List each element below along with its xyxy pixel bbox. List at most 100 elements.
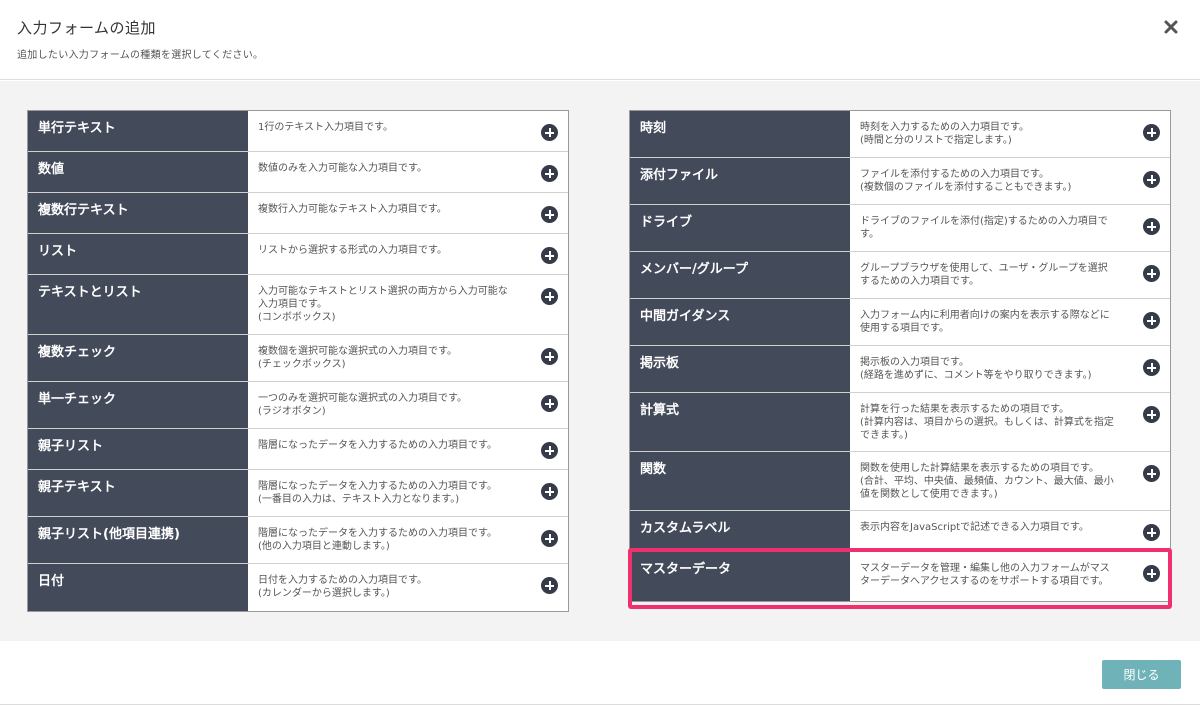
form-type-name: 複数チェック <box>28 335 248 381</box>
form-type-description-cell: 時刻を入力するための入力項目です。 (時間と分のリストで指定します。) <box>850 111 1170 157</box>
close-button[interactable]: 閉じる <box>1102 660 1181 689</box>
form-type-description: 階層になったデータを入力するための入力項目です。 (他の入力項目と連動します。) <box>258 528 497 552</box>
add-icon[interactable] <box>541 247 558 264</box>
form-type-row[interactable]: リスト リストから選択する形式の入力項目です。 <box>28 234 568 275</box>
form-type-name: 関数 <box>630 452 850 510</box>
form-type-row[interactable]: 掲示板 掲示板の入力項目です。 (経路を進めずに、コメント等をやり取りできます。) <box>630 346 1170 393</box>
form-type-description-cell: 関数を使用した計算結果を表示するための項目です。 (合計、平均、中央値、最頻値、… <box>850 452 1170 510</box>
form-type-name: マスターデータ <box>630 552 850 601</box>
form-type-description: 日付を入力するための入力項目です。 (カレンダーから選択します。) <box>258 575 427 599</box>
modal-title: 入力フォームの追加 <box>17 19 157 37</box>
add-icon[interactable] <box>1143 565 1160 582</box>
form-type-name: 単一チェック <box>28 382 248 428</box>
add-icon[interactable] <box>1143 465 1160 482</box>
form-type-row[interactable]: ドライブ ドライブのファイルを添付(指定)するための入力項目で す。 <box>630 205 1170 252</box>
form-type-name: 親子テキスト <box>28 470 248 516</box>
form-type-row[interactable]: 複数行テキスト 複数行入力可能なテキスト入力項目です。 <box>28 193 568 234</box>
add-icon[interactable] <box>541 288 558 305</box>
form-type-row[interactable]: 複数チェック 複数個を選択可能な選択式の入力項目です。 (チェックボックス) <box>28 335 568 382</box>
add-icon[interactable] <box>541 395 558 412</box>
form-type-name: 中間ガイダンス <box>630 299 850 345</box>
form-type-row[interactable]: 計算式 計算を行った結果を表示するための項目です。 (計算内容は、項目からの選択。… <box>630 393 1170 452</box>
close-icon[interactable] <box>1162 18 1180 36</box>
form-type-row[interactable]: メンバー/グループ グループブラウザを使用して、ユーザ・グループを選択 するための… <box>630 252 1170 299</box>
form-type-table-left: 単行テキスト 1行のテキスト入力項目です。 数値 数値のみを入力可能な入力項目です。複… <box>27 110 569 612</box>
form-type-description-cell: 計算を行った結果を表示するための項目です。 (計算内容は、項目からの選択。もしく… <box>850 393 1170 451</box>
add-icon[interactable] <box>541 530 558 547</box>
add-icon[interactable] <box>541 348 558 365</box>
form-type-name: 計算式 <box>630 393 850 451</box>
form-type-name: 日付 <box>28 564 248 611</box>
form-type-description-cell: ドライブのファイルを添付(指定)するための入力項目で す。 <box>850 205 1170 251</box>
form-type-name: メンバー/グループ <box>630 252 850 298</box>
form-type-row[interactable]: 中間ガイダンス 入力フォーム内に利用者向けの案内を表示する際などに 使用する項目で… <box>630 299 1170 346</box>
form-type-name: 数値 <box>28 152 248 192</box>
form-type-name: 親子リスト <box>28 429 248 469</box>
add-icon[interactable] <box>1143 524 1160 541</box>
modal-header: 入力フォームの追加 追加したい入力フォームの種類を選択してください。 <box>0 0 1200 80</box>
form-type-row[interactable]: 単一チェック 一つのみを選択可能な選択式の入力項目です。 (ラジオボタン) <box>28 382 568 429</box>
form-type-description-cell: 数値のみを入力可能な入力項目です。 <box>248 152 568 192</box>
form-type-name: ドライブ <box>630 205 850 251</box>
form-type-description: 1行のテキスト入力項目です。 <box>258 122 394 133</box>
form-type-description-cell: ファイルを添付するための入力項目です。 (複数個のファイルを添付することもできま… <box>850 158 1170 204</box>
form-type-description: 計算を行った結果を表示するための項目です。 (計算内容は、項目からの選択。もしく… <box>860 404 1114 441</box>
form-type-row[interactable]: マスターデータ マスターデータを管理・編集し他の入力フォームがマス ターデータへア… <box>630 552 1170 601</box>
form-type-description: グループブラウザを使用して、ユーザ・グループを選択 するための入力項目です。 <box>860 263 1108 287</box>
form-type-description-cell: リストから選択する形式の入力項目です。 <box>248 234 568 274</box>
form-type-description-cell: グループブラウザを使用して、ユーザ・グループを選択 するための入力項目です。 <box>850 252 1170 298</box>
form-type-description: リストから選択する形式の入力項目です。 <box>258 245 447 256</box>
form-type-row[interactable]: カスタムラベル 表示内容をJavaScriptで記述できる入力項目です。 <box>630 511 1170 552</box>
form-type-name: リスト <box>28 234 248 274</box>
form-type-description: 数値のみを入力可能な入力項目です。 <box>258 163 427 174</box>
form-type-description-cell: 日付を入力するための入力項目です。 (カレンダーから選択します。) <box>248 564 568 611</box>
form-type-name: 掲示板 <box>630 346 850 392</box>
form-type-description: 階層になったデータを入力するための入力項目です。 <box>258 440 497 451</box>
add-icon[interactable] <box>541 165 558 182</box>
form-type-description-cell: 階層になったデータを入力するための入力項目です。 <box>248 429 568 469</box>
form-type-row[interactable]: 数値 数値のみを入力可能な入力項目です。 <box>28 152 568 193</box>
add-icon[interactable] <box>1143 124 1160 141</box>
form-type-description-cell: 掲示板の入力項目です。 (経路を進めずに、コメント等をやり取りできます。) <box>850 346 1170 392</box>
form-type-row[interactable]: 時刻 時刻を入力するための入力項目です。 (時間と分のリストで指定します。) <box>630 111 1170 158</box>
form-type-name: 複数行テキスト <box>28 193 248 233</box>
add-icon[interactable] <box>1143 312 1160 329</box>
form-type-description-cell: 階層になったデータを入力するための入力項目です。 (他の入力項目と連動します。) <box>248 517 568 563</box>
form-type-name: 時刻 <box>630 111 850 157</box>
form-type-description-cell: マスターデータを管理・編集し他の入力フォームがマス ターデータへアクセスするのを… <box>850 552 1170 601</box>
form-type-row[interactable]: 添付ファイル ファイルを添付するための入力項目です。 (複数個のファイルを添付する… <box>630 158 1170 205</box>
add-icon[interactable] <box>541 483 558 500</box>
form-type-name: テキストとリスト <box>28 275 248 334</box>
form-type-description: マスターデータを管理・編集し他の入力フォームがマス ターデータへアクセスするのを… <box>860 563 1110 587</box>
form-type-description: 入力フォーム内に利用者向けの案内を表示する際などに 使用する項目です。 <box>860 310 1110 334</box>
form-type-description: 時刻を入力するための入力項目です。 (時間と分のリストで指定します。) <box>860 122 1029 146</box>
form-type-description-cell: 表示内容をJavaScriptで記述できる入力項目です。 <box>850 511 1170 551</box>
add-icon[interactable] <box>541 124 558 141</box>
form-type-row[interactable]: 関数 関数を使用した計算結果を表示するための項目です。 (合計、平均、中央値、最頻… <box>630 452 1170 511</box>
add-icon[interactable] <box>1143 406 1160 423</box>
form-type-description: 一つのみを選択可能な選択式の入力項目です。 (ラジオボタン) <box>258 393 467 417</box>
add-icon[interactable] <box>541 442 558 459</box>
add-icon[interactable] <box>541 577 558 594</box>
form-type-description: ドライブのファイルを添付(指定)するための入力項目で す。 <box>860 216 1108 240</box>
form-type-description: 複数個を選択可能な選択式の入力項目です。 (チェックボックス) <box>258 346 457 370</box>
form-type-list-area: 単行テキスト 1行のテキスト入力項目です。 数値 数値のみを入力可能な入力項目です。複… <box>0 81 1200 641</box>
add-icon[interactable] <box>1143 171 1160 188</box>
form-type-row[interactable]: テキストとリスト 入力可能なテキストとリスト選択の両方から入力可能な 入力項目です… <box>28 275 568 335</box>
form-type-row[interactable]: 単行テキスト 1行のテキスト入力項目です。 <box>28 111 568 152</box>
form-type-row[interactable]: 親子リスト(他項目連携) 階層になったデータを入力するための入力項目です。 (他の… <box>28 517 568 564</box>
form-type-description-cell: 入力フォーム内に利用者向けの案内を表示する際などに 使用する項目です。 <box>850 299 1170 345</box>
add-icon[interactable] <box>541 206 558 223</box>
form-type-name: カスタムラベル <box>630 511 850 551</box>
form-type-name: 添付ファイル <box>630 158 850 204</box>
form-type-description: 複数行入力可能なテキスト入力項目です。 <box>258 204 447 215</box>
form-type-description: 表示内容をJavaScriptで記述できる入力項目です。 <box>860 522 1089 533</box>
form-type-name: 単行テキスト <box>28 111 248 151</box>
form-type-description: ファイルを添付するための入力項目です。 (複数個のファイルを添付することもできま… <box>860 169 1072 193</box>
add-icon[interactable] <box>1143 265 1160 282</box>
form-type-row[interactable]: 日付 日付を入力するための入力項目です。 (カレンダーから選択します。) <box>28 564 568 611</box>
form-type-row[interactable]: 親子リスト 階層になったデータを入力するための入力項目です。 <box>28 429 568 470</box>
add-icon[interactable] <box>1143 218 1160 235</box>
add-icon[interactable] <box>1143 359 1160 376</box>
form-type-row[interactable]: 親子テキスト 階層になったデータを入力するための入力項目です。 (一番目の入力は、… <box>28 470 568 517</box>
